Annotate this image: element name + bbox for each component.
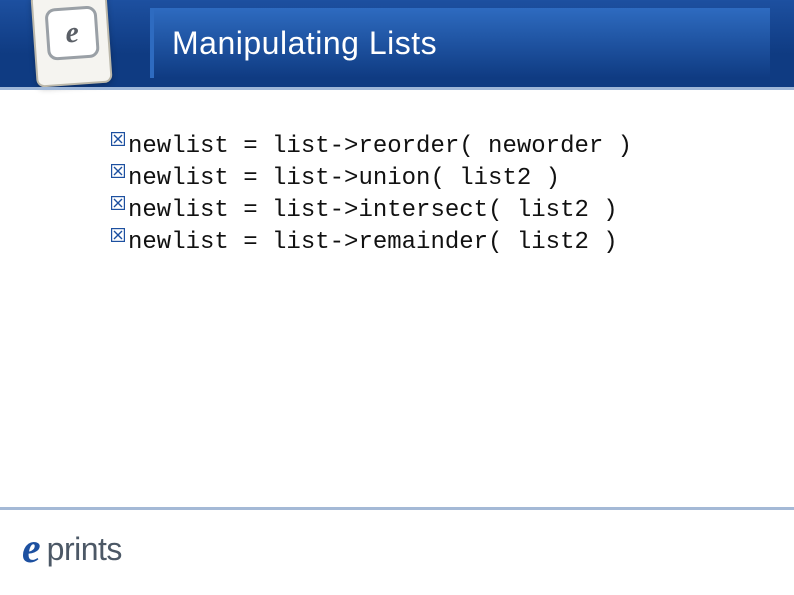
code-text: newlist = list->reorder( neworder ) — [128, 132, 632, 162]
list-item: newlist = list->union( list2 ) — [108, 164, 754, 194]
footer-separator — [0, 507, 794, 510]
logo-e-letter: e — [22, 526, 41, 572]
eprints-logo: e prints — [22, 525, 122, 573]
slide-title: Manipulating Lists — [172, 25, 437, 62]
logo-e-icon: e — [22, 525, 41, 573]
code-text: newlist = list->intersect( list2 ) — [128, 196, 618, 226]
slide-body: newlist = list->reorder( neworder ) newl… — [108, 132, 754, 260]
checkbox-x-icon — [108, 228, 128, 242]
eprints-e-icon: e — [44, 5, 100, 61]
header-icon: e — [0, 0, 147, 100]
checkbox-x-icon — [108, 164, 128, 178]
list-item: newlist = list->remainder( list2 ) — [108, 228, 754, 258]
list-item: newlist = list->intersect( list2 ) — [108, 196, 754, 226]
title-box: Manipulating Lists — [150, 8, 770, 78]
slide-header: e Manipulating Lists — [0, 0, 794, 90]
list-item: newlist = list->reorder( neworder ) — [108, 132, 754, 162]
code-text: newlist = list->union( list2 ) — [128, 164, 560, 194]
checkbox-x-icon — [108, 196, 128, 210]
logo-text: prints — [47, 531, 122, 568]
code-text: newlist = list->remainder( list2 ) — [128, 228, 618, 258]
checkbox-x-icon — [108, 132, 128, 146]
